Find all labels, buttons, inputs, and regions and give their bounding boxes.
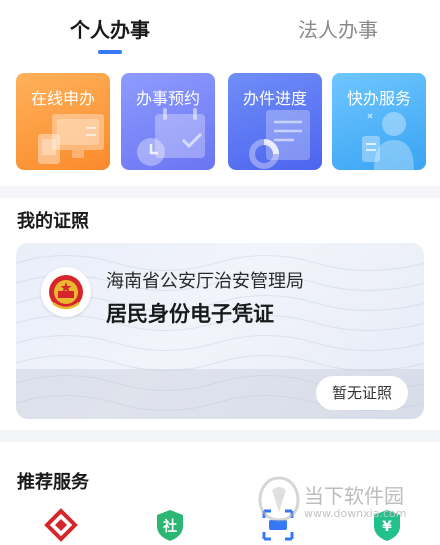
- page: 个人办事 法人办事 在线申办 办事预约 办件进度 快办服务 我的证照 海南省公安…: [0, 0, 440, 545]
- watermark-text: 当下软件园: [304, 484, 404, 508]
- certificate-card[interactable]: 海南省公安厅治安管理局 居民身份电子凭证 暂无证照: [16, 243, 424, 419]
- police-emblem-icon: [41, 267, 91, 317]
- section-divider: [0, 186, 440, 198]
- watermark-url: www.downxia.com: [304, 507, 407, 520]
- tab-bar: 个人办事 法人办事: [0, 0, 440, 62]
- computer-icon: [38, 114, 104, 164]
- quick-service-fast[interactable]: 快办服务: [332, 73, 426, 170]
- certificate-name: 居民身份电子凭证: [106, 302, 274, 326]
- svg-text:¥: ¥: [382, 519, 392, 535]
- quick-service-progress[interactable]: 办件进度: [228, 73, 322, 170]
- certificate-issuer: 海南省公安厅治安管理局: [106, 271, 304, 292]
- tab-active-indicator: [98, 50, 122, 54]
- tab-personal[interactable]: 个人办事: [70, 14, 150, 43]
- watermark-logo-icon: [258, 476, 300, 522]
- section-title-certificates: 我的证照: [17, 211, 89, 232]
- svg-text:社: 社: [162, 518, 177, 535]
- tab-legal[interactable]: 法人办事: [298, 14, 378, 43]
- calendar-clock-icon: [137, 108, 205, 166]
- section-divider: [0, 430, 440, 442]
- section-title-recommended: 推荐服务: [17, 472, 89, 493]
- quick-service-online-apply[interactable]: 在线申办: [16, 73, 110, 170]
- no-certificate-button[interactable]: 暂无证照: [316, 376, 408, 410]
- social-security-icon[interactable]: 社: [153, 508, 187, 542]
- quick-service-cards: 在线申办 办事预约 办件进度 快办服务: [16, 73, 426, 171]
- progress-document-icon: [249, 110, 310, 169]
- quick-service-appointment[interactable]: 办事预约: [121, 73, 215, 170]
- service-person-icon: [362, 112, 414, 170]
- housing-fund-icon[interactable]: [44, 508, 78, 542]
